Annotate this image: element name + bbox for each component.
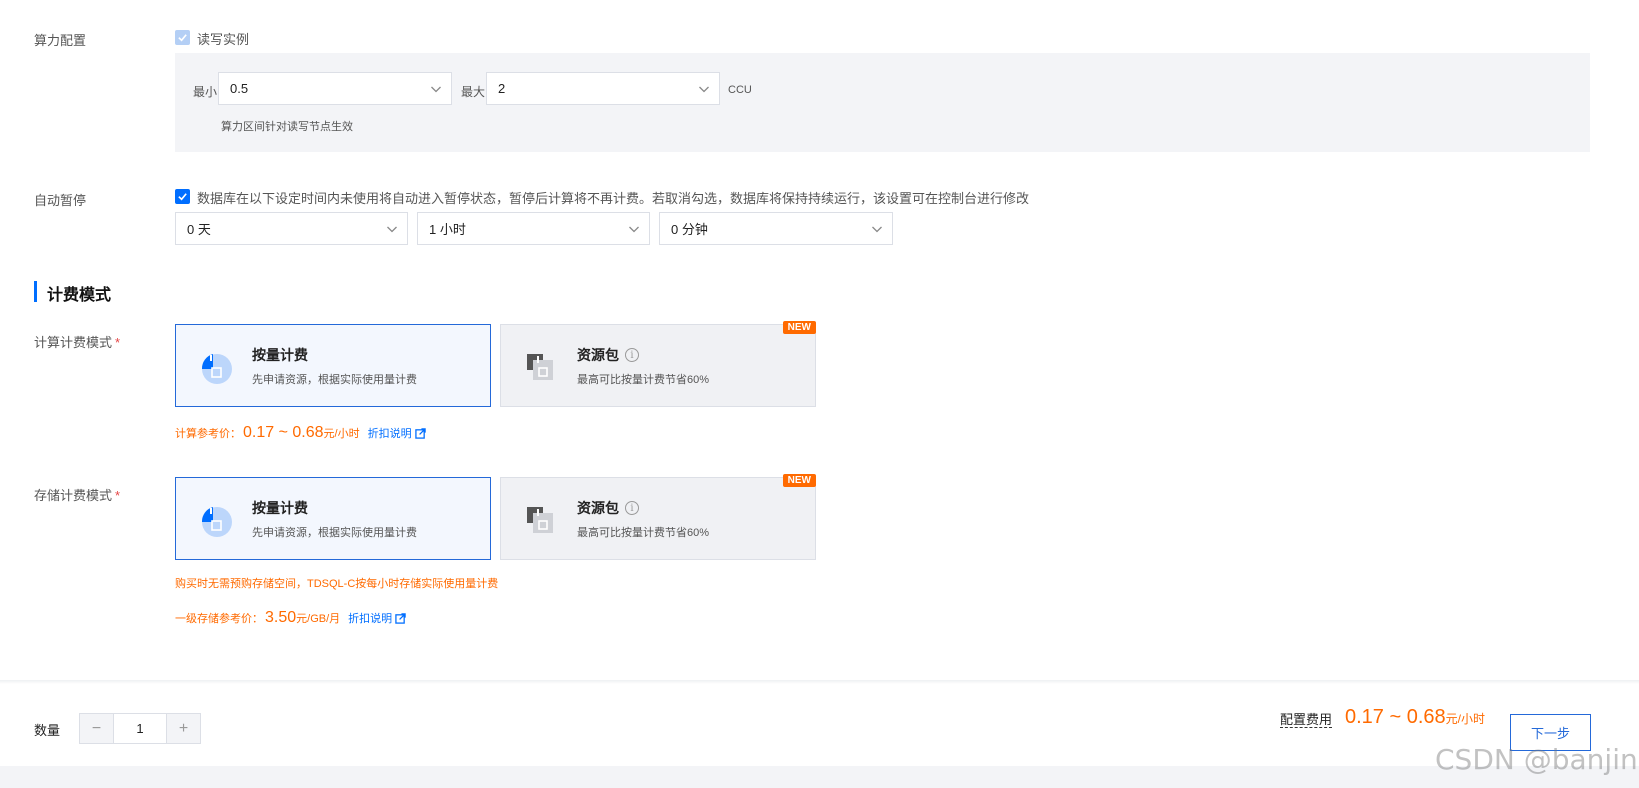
pause-days-select[interactable]: 0 天 bbox=[175, 212, 408, 245]
pay-as-you-go-desc: 先申请资源，根据实际使用量计费 bbox=[252, 374, 417, 386]
resource-pack-title-text: 资源包 bbox=[577, 347, 619, 363]
storage-billing-label: 存储计费模式 * bbox=[34, 485, 120, 504]
discount-link-text: 折扣说明 bbox=[367, 428, 412, 440]
storage-resource-pack-card[interactable]: 资源包 i 最高可比按量计费节省60% NEW bbox=[500, 474, 816, 560]
chevron-down-icon bbox=[387, 226, 397, 233]
resource-pack-icon bbox=[527, 354, 553, 380]
storage-price-label: 一级存储参考价： bbox=[175, 613, 263, 625]
external-link-icon bbox=[395, 612, 406, 624]
compute-range-panel: 最小 0.5 最大 2 CCU 算力区间针对读写节点生效 bbox=[175, 53, 1590, 152]
config-fee-label[interactable]: 配置费用 bbox=[1280, 712, 1333, 728]
auto-pause-label: 自动暂停 bbox=[34, 193, 87, 208]
chevron-down-icon bbox=[431, 86, 441, 93]
new-badge: NEW bbox=[782, 474, 816, 487]
pay-as-you-go-title: 按量计费 bbox=[252, 347, 308, 363]
storage-billing-note: 购买时无需预购存储空间，TDSQL-C按每小时存储实际使用量计费 bbox=[175, 578, 499, 590]
required-mark: * bbox=[115, 488, 121, 503]
compute-price-unit: 元/小时 bbox=[323, 428, 360, 440]
pay-as-you-go-desc: 先申请资源，根据实际使用量计费 bbox=[252, 527, 417, 539]
config-fee-unit: 元/小时 bbox=[1445, 712, 1485, 726]
config-fee: 0.17 ~ 0.68 元/小时 bbox=[1345, 706, 1485, 729]
pause-hours-value: 1 小时 bbox=[429, 222, 466, 237]
quantity-input[interactable]: 1 bbox=[113, 714, 167, 743]
compute-billing-label-text: 计算计费模式 bbox=[34, 335, 113, 350]
compute-reference-price: 计算参考价： 0.17 ~ 0.68 元/小时 折扣说明 bbox=[175, 424, 426, 442]
resource-pack-title: 资源包 i bbox=[577, 498, 639, 518]
storage-pay-as-you-go-card[interactable]: 按量计费 先申请资源，根据实际使用量计费 bbox=[175, 477, 491, 560]
compute-discount-link[interactable]: 折扣说明 bbox=[368, 425, 426, 441]
quantity-increment-button[interactable]: + bbox=[167, 714, 200, 743]
watermark: CSDN @banjin bbox=[1435, 743, 1638, 776]
resource-pack-icon bbox=[527, 507, 553, 533]
min-ccu-value: 0.5 bbox=[230, 81, 249, 96]
resource-pack-title: 资源包 i bbox=[577, 345, 639, 365]
external-link-icon bbox=[414, 427, 426, 439]
storage-price-value: 3.50 bbox=[265, 609, 297, 626]
check-icon bbox=[178, 193, 187, 201]
pay-as-you-go-icon bbox=[201, 354, 232, 384]
max-ccu-select[interactable]: 2 bbox=[486, 72, 720, 105]
max-label: 最大 bbox=[461, 85, 486, 99]
auto-pause-description: 数据库在以下设定时间内未使用将自动进入暂停状态，暂停后计算将不再计费。若取消勾选… bbox=[197, 191, 1030, 206]
compute-config-label: 算力配置 bbox=[34, 33, 87, 48]
new-badge: NEW bbox=[782, 321, 816, 334]
quantity-stepper: − 1 + bbox=[79, 713, 201, 744]
discount-link-text: 折扣说明 bbox=[348, 613, 393, 625]
compute-billing-label: 计算计费模式 * bbox=[34, 332, 120, 351]
pause-minutes-select[interactable]: 0 分钟 bbox=[659, 212, 893, 245]
rw-instance-checkbox[interactable] bbox=[175, 30, 190, 45]
chevron-down-icon bbox=[872, 226, 882, 233]
quantity-label: 数量 bbox=[34, 723, 61, 738]
pay-as-you-go-icon bbox=[201, 507, 232, 537]
rw-instance-label: 读写实例 bbox=[197, 32, 250, 47]
resource-pack-title-text: 资源包 bbox=[577, 500, 619, 516]
pay-as-you-go-title: 按量计费 bbox=[252, 500, 308, 516]
info-icon[interactable]: i bbox=[625, 348, 639, 362]
chevron-down-icon bbox=[699, 86, 709, 93]
min-ccu-select[interactable]: 0.5 bbox=[218, 72, 452, 105]
config-fee-value: 0.17 ~ 0.68 bbox=[1345, 706, 1446, 728]
pause-hours-select[interactable]: 1 小时 bbox=[417, 212, 650, 245]
footer-bottom-strip bbox=[0, 766, 1639, 788]
compute-pay-as-you-go-card[interactable]: 按量计费 先申请资源，根据实际使用量计费 bbox=[175, 324, 491, 407]
auto-pause-checkbox[interactable] bbox=[175, 189, 190, 204]
check-icon bbox=[178, 34, 187, 42]
compute-price-label: 计算参考价： bbox=[175, 428, 241, 440]
resource-pack-desc: 最高可比按量计费节省60% bbox=[577, 527, 710, 539]
billing-section-title: 计费模式 bbox=[47, 287, 112, 304]
resource-pack-desc: 最高可比按量计费节省60% bbox=[577, 374, 710, 386]
storage-discount-link[interactable]: 折扣说明 bbox=[348, 610, 406, 626]
storage-billing-label-text: 存储计费模式 bbox=[34, 488, 113, 503]
pause-minutes-value: 0 分钟 bbox=[671, 222, 708, 237]
storage-reference-price: 一级存储参考价： 3.50 元/GB/月 折扣说明 bbox=[175, 609, 406, 627]
compute-resource-pack-card[interactable]: 资源包 i 最高可比按量计费节省60% NEW bbox=[500, 321, 816, 407]
pause-days-value: 0 天 bbox=[187, 222, 211, 237]
compute-price-value: 0.17 ~ 0.68 bbox=[243, 424, 324, 441]
section-accent-bar bbox=[34, 281, 37, 302]
min-label: 最小 bbox=[193, 85, 218, 99]
ccu-unit: CCU bbox=[728, 84, 752, 96]
compute-range-hint: 算力区间针对读写节点生效 bbox=[221, 121, 353, 133]
info-icon[interactable]: i bbox=[625, 501, 639, 515]
required-mark: * bbox=[115, 335, 121, 350]
chevron-down-icon bbox=[629, 226, 639, 233]
max-ccu-value: 2 bbox=[498, 81, 506, 96]
quantity-decrement-button[interactable]: − bbox=[80, 714, 113, 743]
storage-price-unit: 元/GB/月 bbox=[296, 613, 341, 625]
